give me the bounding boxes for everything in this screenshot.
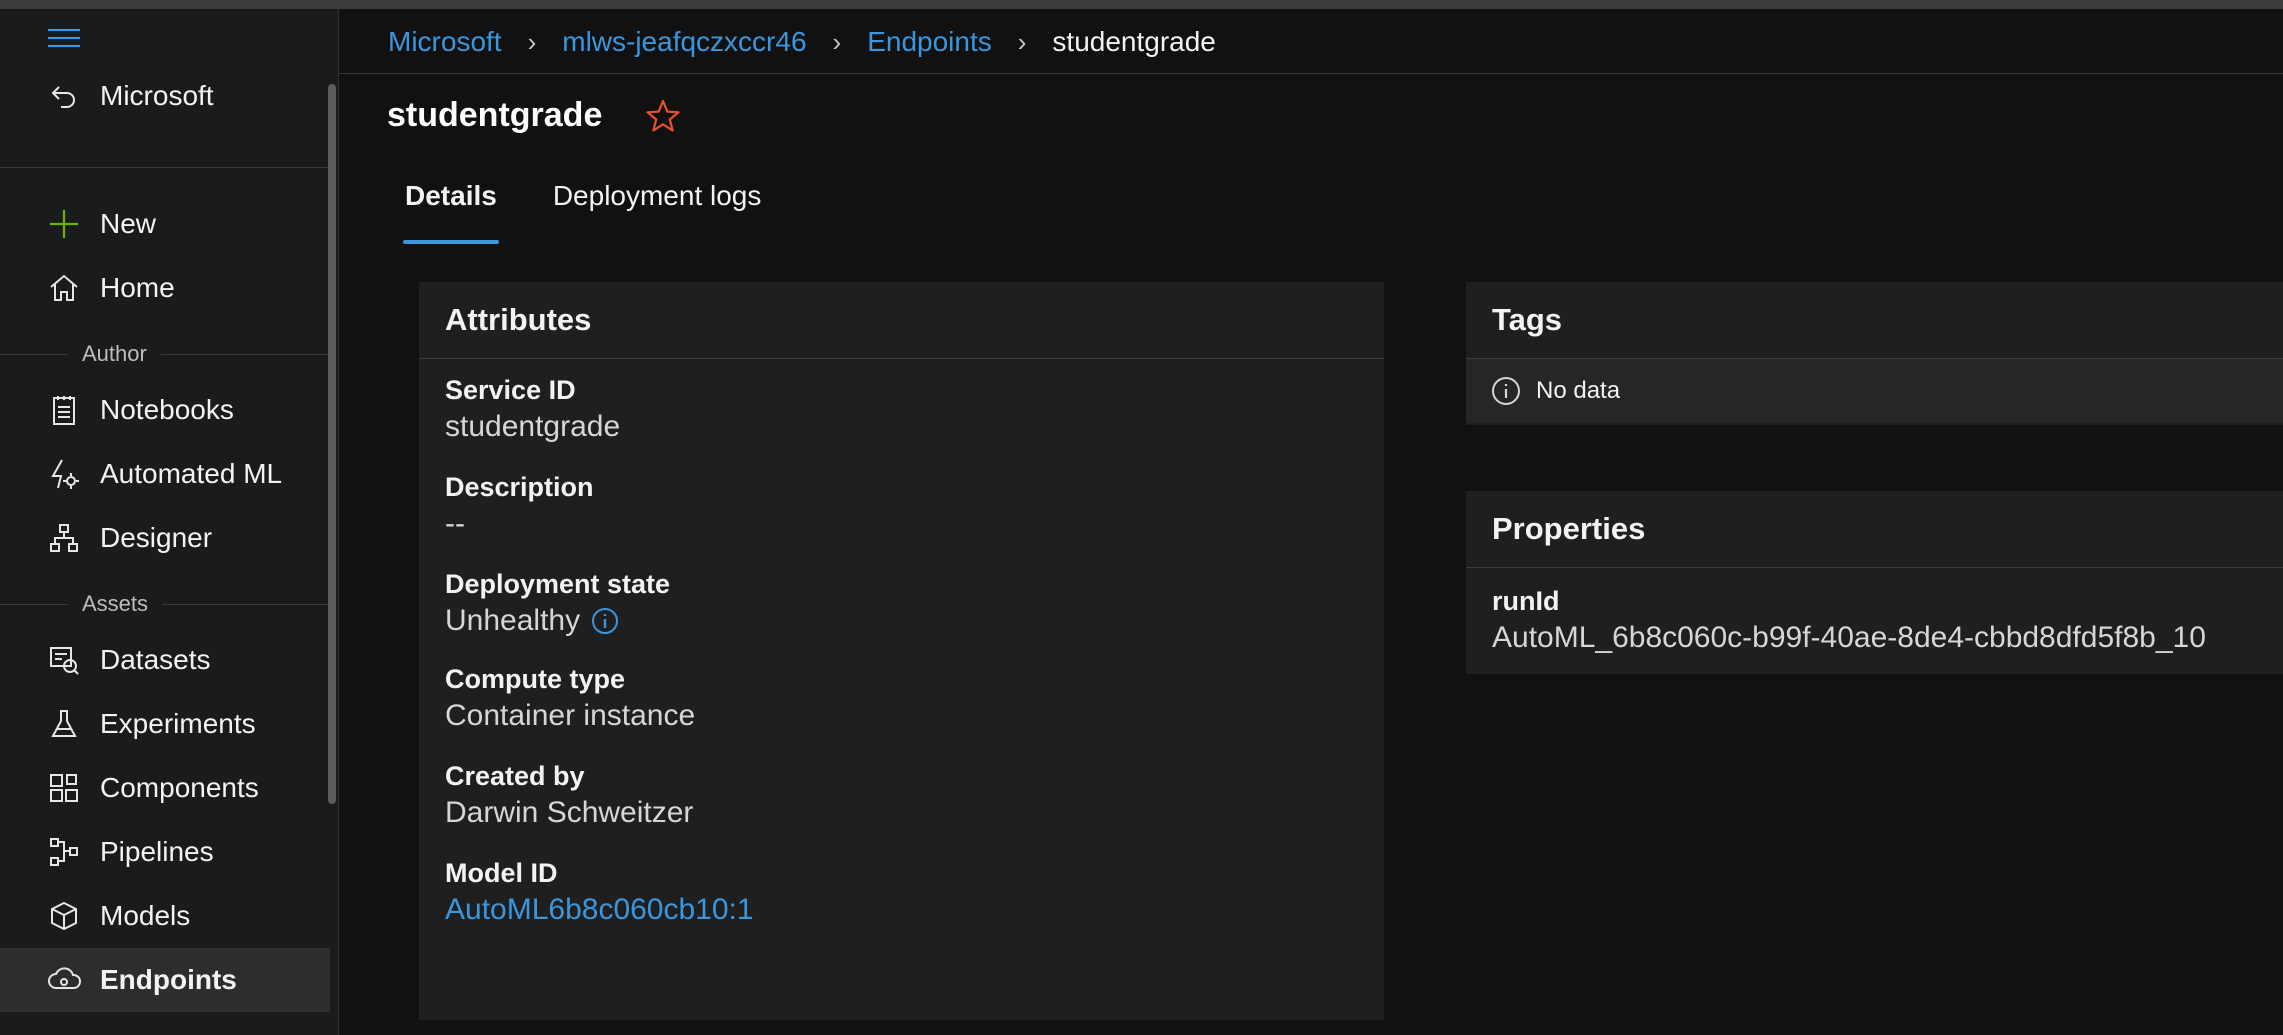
hierarchy-icon: [46, 520, 82, 556]
sidebar-item-label: Automated ML: [100, 458, 283, 489]
section-assets: Assets: [0, 589, 330, 619]
field-compute-type: Compute type Container instance: [419, 664, 1384, 733]
properties-card: Properties runId AutoML_6b8c060c-b99f-40…: [1466, 491, 2283, 674]
sidebar-item-endpoints[interactable]: Endpoints: [0, 948, 330, 1012]
field-value: Container instance: [445, 699, 696, 732]
breadcrumb-microsoft[interactable]: Microsoft: [388, 26, 502, 58]
tags-card: Tags No data: [1466, 282, 2283, 425]
chevron-right-icon: ›: [832, 26, 842, 57]
hamburger-menu-icon[interactable]: [48, 29, 80, 55]
sidebar-item-label: Endpoints: [100, 964, 237, 995]
field-label: Compute type: [445, 664, 626, 694]
field-service-id: Service ID studentgrade: [419, 375, 1384, 444]
sidebar-item-new[interactable]: New: [0, 192, 330, 256]
sidebar-item-label: Components: [100, 772, 259, 803]
chevron-right-icon: ›: [1017, 26, 1027, 57]
field-deployment-state: Deployment state Unhealthy: [419, 569, 1384, 638]
sidebar-item-automated-ml[interactable]: Automated ML: [0, 442, 330, 506]
sidebar-item-designer[interactable]: Designer: [0, 506, 330, 570]
field-created-by: Created by Darwin Schweitzer: [419, 761, 1384, 830]
info-icon[interactable]: [590, 606, 620, 636]
field-value: studentgrade: [445, 410, 621, 443]
field-value: --: [445, 507, 465, 540]
field-label: Deployment state: [445, 569, 671, 599]
left-nav: Microsoft New Home Author Notebooks Auto…: [0, 9, 339, 1035]
field-label: runId: [1492, 586, 1560, 616]
field-value: AutoML_6b8c060c-b99f-40ae-8de4-cbbd8dfd5…: [1492, 621, 2206, 654]
sidebar-item-label: Designer: [100, 522, 213, 553]
sidebar-item-label: New: [100, 208, 157, 239]
field-label: Created by: [445, 761, 585, 791]
breadcrumb-workspace[interactable]: mlws-jeafqczxccr46: [562, 26, 806, 58]
model-id-link[interactable]: AutoML6b8c060cb10:1: [445, 893, 1358, 927]
sidebar-item-datasets[interactable]: Datasets: [0, 628, 330, 692]
field-label: Service ID: [445, 375, 576, 405]
pipeline-icon: [46, 834, 82, 870]
breadcrumb-endpoints[interactable]: Endpoints: [867, 26, 992, 58]
cube-icon: [46, 898, 82, 934]
sidebar-divider: [0, 167, 330, 168]
tags-title: Tags: [1466, 282, 2283, 359]
sidebar-item-label: Notebooks: [100, 394, 234, 425]
components-icon: [46, 770, 82, 806]
breadcrumb-current: studentgrade: [1052, 26, 1216, 57]
section-label-author: Author: [82, 341, 147, 366]
cloud-endpoint-icon: [46, 962, 82, 998]
lightning-gear-icon: [46, 456, 82, 492]
tags-empty-row: No data: [1466, 359, 2283, 423]
sidebar-item-components[interactable]: Components: [0, 756, 330, 820]
sidebar-item-experiments[interactable]: Experiments: [0, 692, 330, 756]
section-author: Author: [0, 339, 330, 369]
breadcrumb: Microsoft › mlws-jeafqczxccr46 › Endpoin…: [388, 20, 1216, 64]
field-value: Darwin Schweitzer: [445, 796, 694, 829]
sidebar-back-label: Microsoft: [100, 80, 214, 111]
sidebar-item-label: Models: [100, 900, 191, 931]
sidebar-item-label: Datasets: [100, 644, 211, 675]
sidebar-item-label: Home: [100, 272, 175, 303]
attributes-title: Attributes: [419, 282, 1384, 359]
attributes-card: Attributes Service ID studentgrade Descr…: [419, 282, 1384, 1020]
tab-deployment-logs[interactable]: Deployment logs: [553, 180, 762, 244]
flask-icon: [46, 706, 82, 742]
sidebar-item-notebooks[interactable]: Notebooks: [0, 378, 330, 442]
deployment-state-value: Unhealthy: [445, 604, 581, 637]
notebook-icon: [46, 392, 82, 428]
home-icon: [46, 270, 82, 306]
page-title: studentgrade: [387, 96, 603, 134]
sidebar-back-microsoft[interactable]: Microsoft: [0, 64, 330, 128]
top-strip: [0, 0, 2283, 9]
sidebar-scrollbar[interactable]: [328, 84, 336, 804]
sidebar-item-home[interactable]: Home: [0, 256, 330, 320]
properties-title: Properties: [1466, 491, 2283, 568]
plus-icon: [46, 206, 82, 242]
favorite-star-icon[interactable]: [645, 98, 681, 134]
sidebar-item-models[interactable]: Models: [0, 884, 330, 948]
field-label: Model ID: [445, 858, 558, 888]
tab-bar: Details Deployment logs: [403, 180, 817, 250]
header-divider: [338, 73, 2283, 74]
field-value-row: Unhealthy: [445, 604, 1358, 638]
chevron-right-icon: ›: [527, 26, 537, 57]
section-label-assets: Assets: [82, 591, 149, 616]
field-description: Description --: [419, 472, 1384, 541]
field-run-id: runId AutoML_6b8c060c-b99f-40ae-8de4-cbb…: [1466, 586, 2283, 655]
sidebar-item-pipelines[interactable]: Pipelines: [0, 820, 330, 884]
tab-details[interactable]: Details: [403, 180, 499, 244]
app-root: Microsoft New Home Author Notebooks Auto…: [0, 0, 2283, 1035]
sidebar-item-label: Pipelines: [100, 836, 214, 867]
sidebar-item-label: Experiments: [100, 708, 256, 739]
back-arrow-icon: [46, 78, 82, 114]
info-icon: [1490, 375, 1522, 407]
no-data-text: No data: [1536, 377, 1621, 404]
field-model-id: Model ID AutoML6b8c060cb10:1: [419, 858, 1384, 927]
field-label: Description: [445, 472, 594, 502]
dataset-icon: [46, 642, 82, 678]
